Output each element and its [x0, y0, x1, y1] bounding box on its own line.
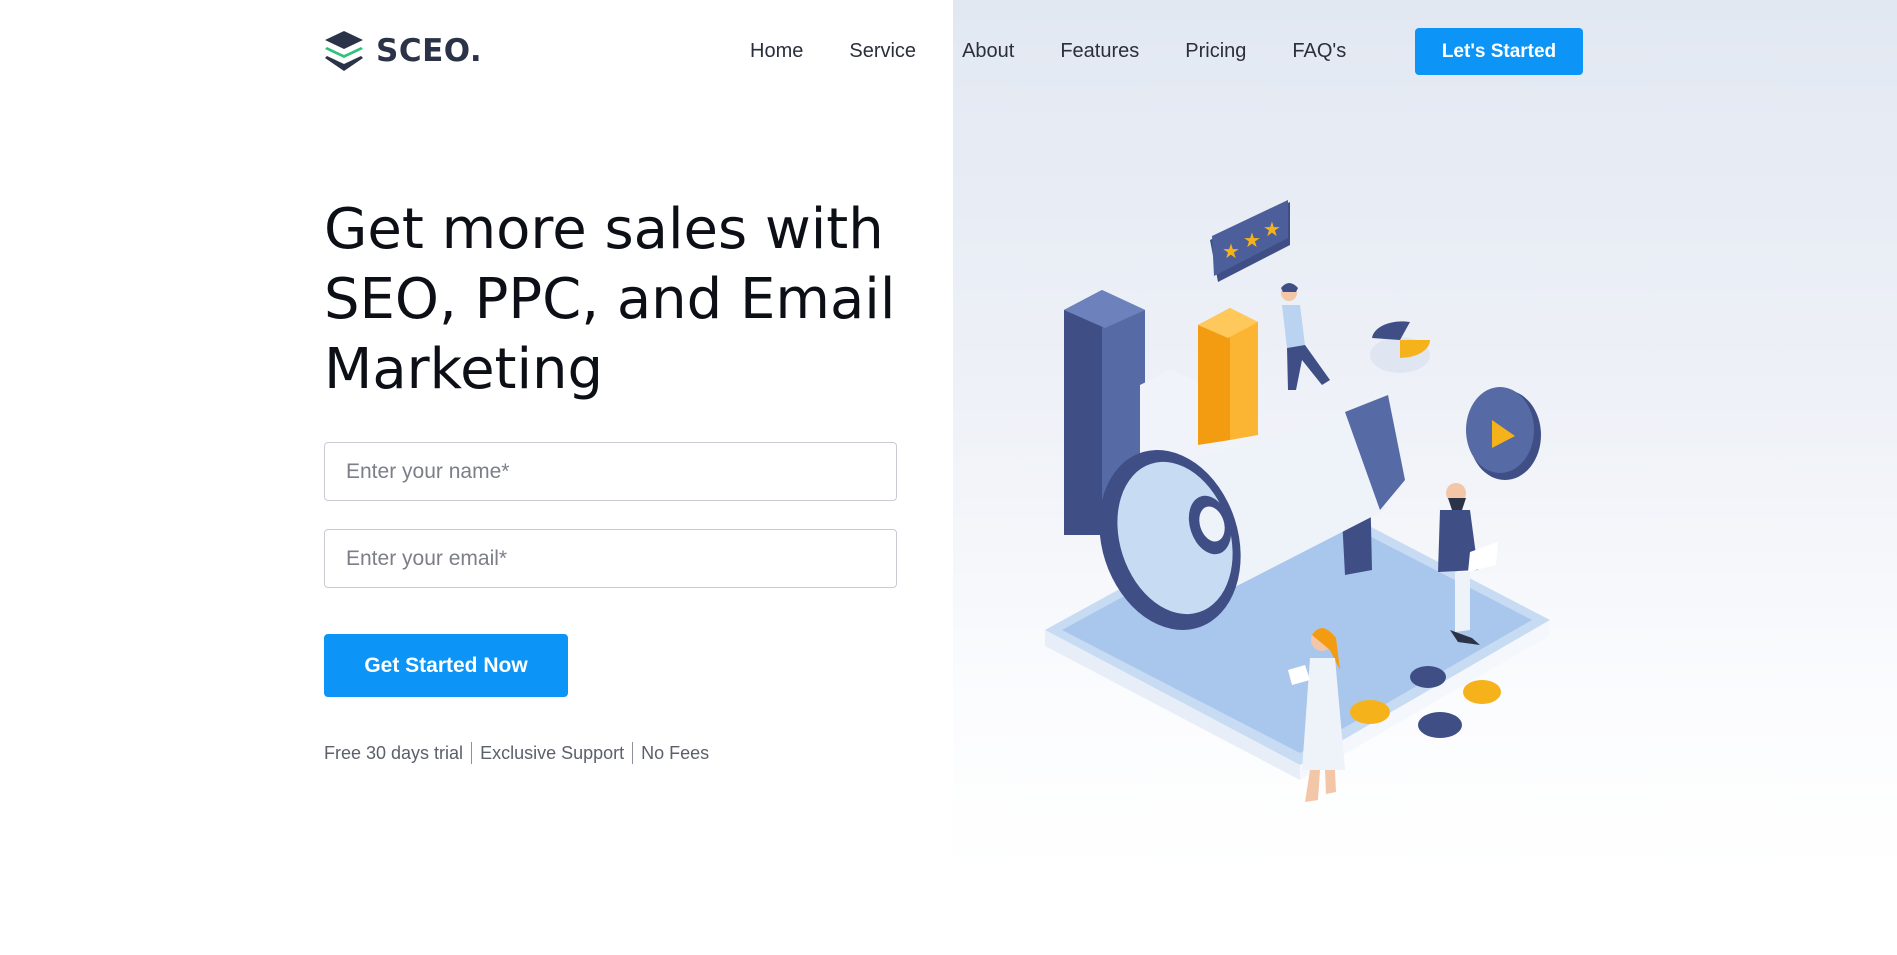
perk-free-trial: Free 30 days trial: [324, 742, 464, 763]
person-climbing-icon: [1281, 283, 1330, 390]
nav-pricing[interactable]: Pricing: [1185, 38, 1246, 64]
hero-title: Get more sales with SEO, PPC, and Email …: [324, 195, 924, 405]
pie-chart-icon: [1370, 321, 1430, 373]
lets-started-button[interactable]: Let's Started: [1415, 28, 1583, 75]
svg-text:★: ★: [1263, 217, 1281, 241]
email-input[interactable]: [324, 529, 897, 588]
rating-bubble-icon: ★ ★ ★: [1210, 200, 1290, 282]
svg-text:★: ★: [1222, 239, 1240, 263]
hero-title-line-1: Get more sales with: [324, 197, 884, 262]
svg-text:★: ★: [1243, 228, 1261, 252]
logo-text: SCEO.: [376, 33, 483, 69]
hero-title-line-2: SEO, PPC, and Email: [324, 267, 896, 332]
perk-divider: [632, 742, 634, 764]
perks-list: Free 30 days trial Exclusive Support No …: [324, 742, 709, 764]
nav-service[interactable]: Service: [849, 38, 916, 64]
logo-layers-icon: [325, 31, 363, 71]
hero-title-line-3: Marketing: [324, 337, 604, 402]
main-nav: Home Service About Features Pricing FAQ'…: [750, 38, 1392, 64]
nav-about[interactable]: About: [962, 38, 1014, 64]
marketing-megaphone-illustration: ★ ★ ★: [1045, 200, 1550, 802]
perk-support: Exclusive Support: [480, 742, 625, 763]
nav-faqs[interactable]: FAQ's: [1292, 38, 1346, 64]
get-started-now-button[interactable]: Get Started Now: [324, 634, 568, 697]
logo[interactable]: SCEO.: [324, 30, 482, 72]
nav-features[interactable]: Features: [1060, 38, 1139, 64]
nav-home[interactable]: Home: [750, 38, 803, 64]
play-bubble-icon: [1466, 387, 1541, 480]
perk-divider: [471, 742, 473, 764]
perk-no-fees: No Fees: [641, 742, 710, 763]
site-header: SCEO. Home Service About Features Pricin…: [0, 0, 1897, 102]
name-input[interactable]: [324, 442, 897, 501]
